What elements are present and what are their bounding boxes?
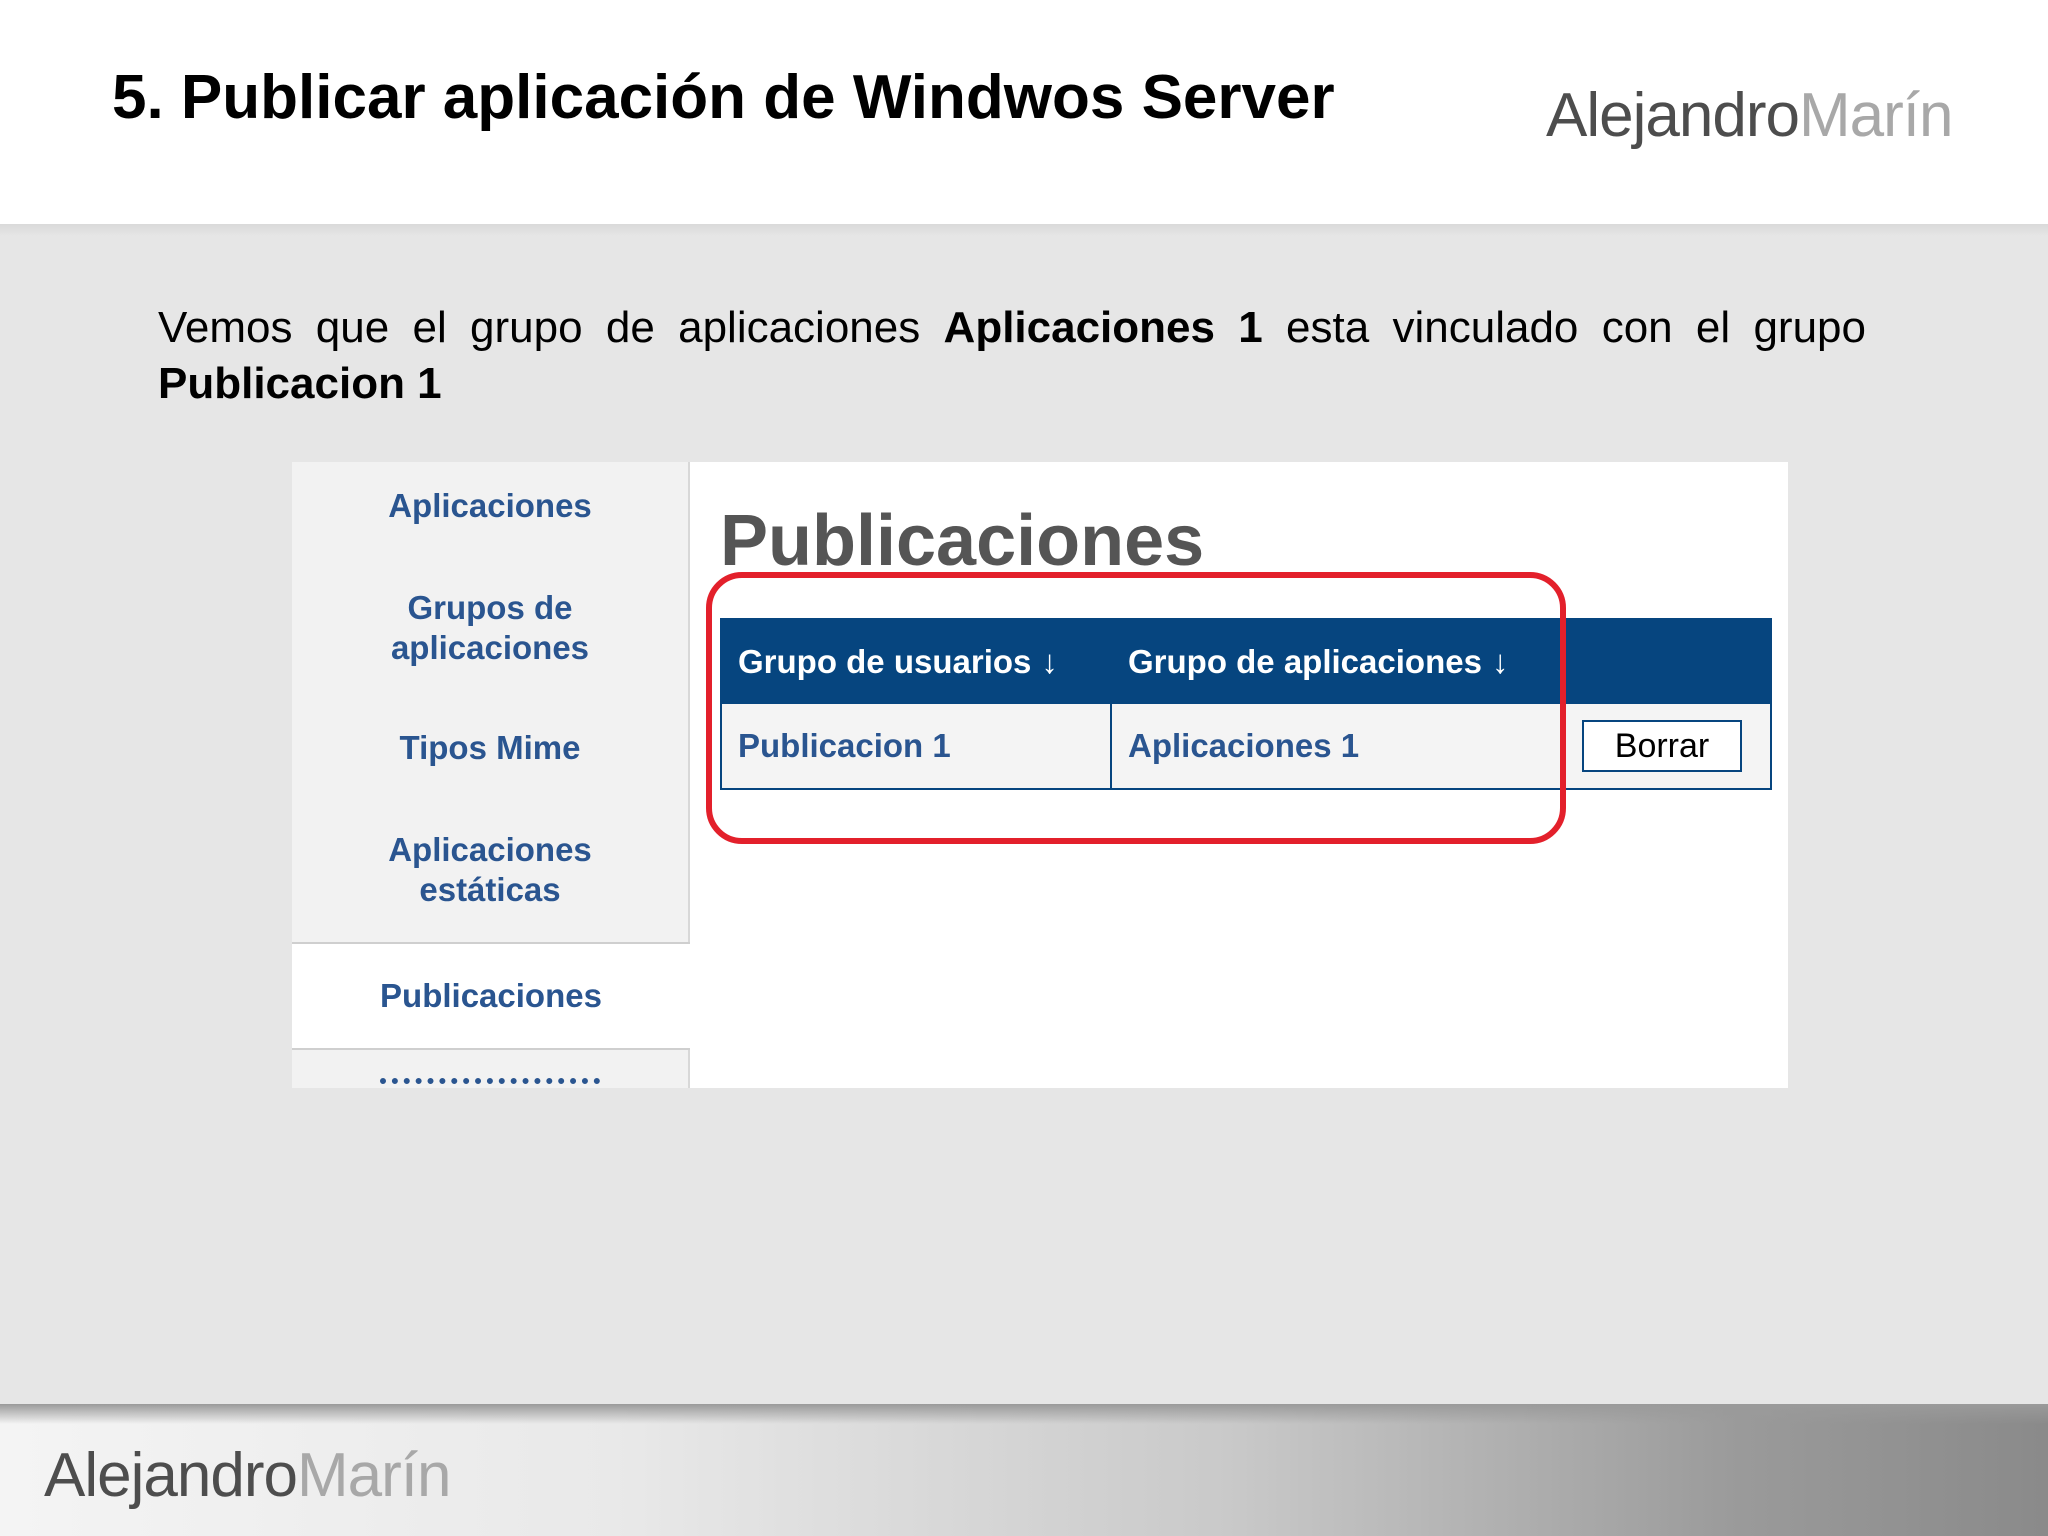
sidebar-item-publicaciones[interactable]: Publicaciones — [292, 942, 690, 1050]
sidebar-item-aplicaciones[interactable]: Aplicaciones — [292, 486, 688, 526]
highlight-annotation — [706, 572, 1566, 844]
logo-first-name: Alejandro — [44, 1441, 298, 1510]
intro-bold-2: Publicacion 1 — [158, 359, 442, 408]
brand-logo: AlejandroMarín — [1546, 80, 1953, 151]
delete-button[interactable]: Borrar — [1582, 720, 1742, 772]
sidebar-item-label: Aplicaciones — [388, 487, 592, 524]
footer-shadow — [0, 1404, 2048, 1424]
sidebar-item-label: aplicaciones — [390, 629, 590, 666]
header-shadow — [0, 224, 2048, 236]
sidebar-item-cut-off[interactable] — [292, 1074, 688, 1088]
cut-off-text-fragment — [380, 1078, 600, 1088]
sidebar-item-label: Aplicaciones — [388, 831, 592, 868]
sidebar-item-label: Tipos Mime — [399, 729, 581, 766]
sidebar-item-label: estáticas — [419, 871, 561, 908]
page-title: Publicaciones — [720, 501, 1205, 581]
slide-title: 5. Publicar aplicación de Windwos Server — [112, 63, 1335, 132]
sidebar-item-aplicaciones-estaticas[interactable]: Aplicaciones estáticas — [292, 830, 688, 910]
sidebar-item-label: Publicaciones — [380, 977, 602, 1014]
sidebar-item-grupos-de-aplicaciones[interactable]: Grupos de aplicaciones — [292, 588, 688, 668]
sidebar-item-label: Grupos de — [407, 589, 573, 626]
intro-paragraph: Vemos que el grupo de aplicaciones Aplic… — [158, 300, 1866, 412]
intro-text-1: Vemos que el grupo de aplicaciones — [158, 303, 944, 352]
footer-logo: AlejandroMarín — [44, 1440, 451, 1511]
sidebar-item-tipos-mime[interactable]: Tipos Mime — [292, 728, 688, 768]
sidebar: Aplicaciones Grupos de aplicaciones Tipo… — [292, 462, 690, 1088]
logo-first-name: Alejandro — [1546, 81, 1800, 150]
intro-bold-1: Aplicaciones 1 — [943, 303, 1263, 352]
logo-last-name: Marín — [1798, 81, 1953, 150]
logo-last-name: Marín — [296, 1441, 451, 1510]
intro-text-2: esta vinculado con el grupo — [1262, 303, 1866, 352]
